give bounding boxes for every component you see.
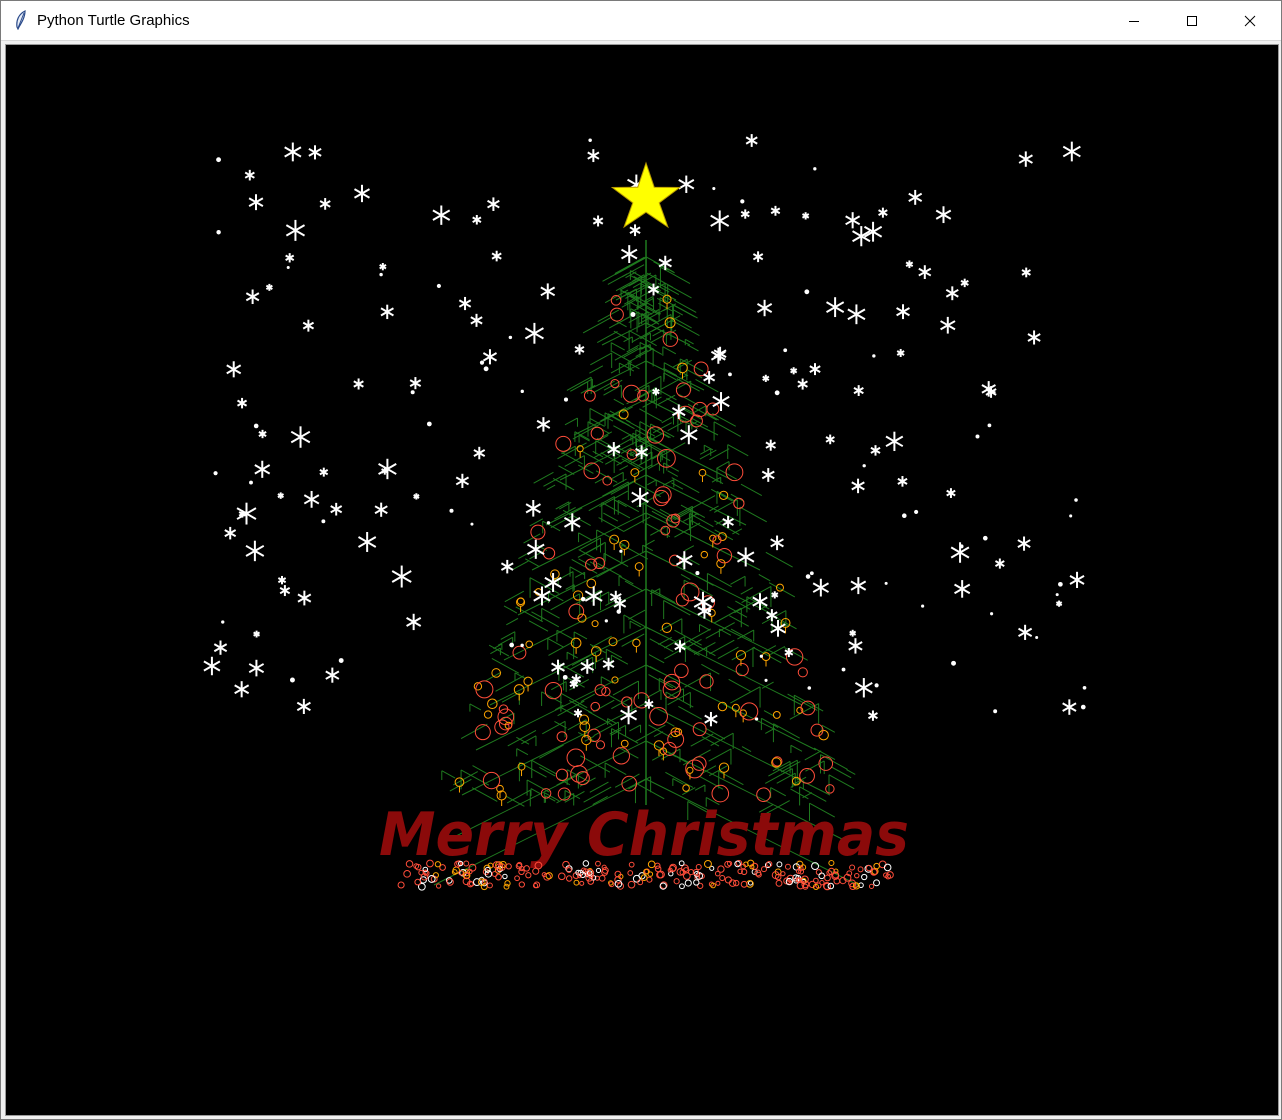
feather-icon <box>16 10 26 30</box>
minimize-icon <box>1129 20 1139 22</box>
turtle-canvas[interactable]: Merry Christmas <box>5 44 1279 1116</box>
close-icon <box>1244 15 1256 26</box>
title-bar[interactable]: Python Turtle Graphics <box>1 1 1281 41</box>
minimize-button[interactable] <box>1105 1 1163 40</box>
star-icon <box>610 161 682 229</box>
snowflakes <box>203 134 1087 727</box>
ornaments <box>454 294 835 806</box>
turtle-window: Python Turtle Graphics Merry Christmas <box>0 0 1282 1120</box>
maximize-button[interactable] <box>1163 1 1221 40</box>
greeting-text: Merry Christmas <box>379 800 909 870</box>
window-title: Python Turtle Graphics <box>37 12 190 29</box>
drawing-surface: Merry Christmas <box>203 134 1087 891</box>
close-button[interactable] <box>1221 1 1279 40</box>
christmas-tree <box>433 240 859 886</box>
maximize-icon <box>1187 15 1197 26</box>
